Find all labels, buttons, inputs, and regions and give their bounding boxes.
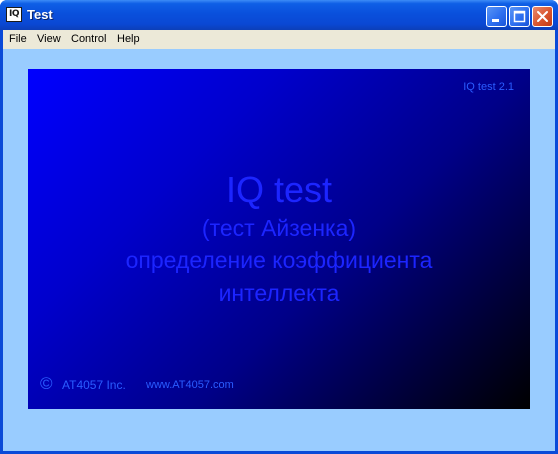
splash-line-3: определение коэффициента bbox=[125, 247, 433, 273]
menu-help[interactable]: Help bbox=[117, 33, 140, 45]
company-name: AT4057 Inc. bbox=[62, 378, 126, 392]
maximize-icon bbox=[513, 10, 526, 23]
version-label: IQ test 2.1 bbox=[463, 81, 514, 93]
minimize-icon bbox=[492, 19, 499, 22]
splash-line-4: интеллекта bbox=[218, 280, 340, 306]
splash-subtitle: (тест Айзенка) bbox=[201, 215, 357, 241]
menu-file[interactable]: File bbox=[9, 33, 27, 45]
client-area: IQ test 2.1 IQ test (тест Айзенка) опред… bbox=[3, 49, 555, 451]
close-icon bbox=[537, 11, 548, 22]
website-link[interactable]: www.AT4057.com bbox=[146, 379, 234, 391]
menu-view[interactable]: View bbox=[37, 33, 61, 45]
close-button[interactable] bbox=[532, 6, 553, 27]
menu-control[interactable]: Control bbox=[71, 33, 106, 45]
menu-bar: File View Control Help bbox=[3, 30, 555, 49]
splash-panel: IQ test 2.1 IQ test (тест Айзенка) опред… bbox=[28, 69, 530, 409]
app-window: IQ Test File View Control Help IQ test 2… bbox=[0, 0, 558, 454]
app-icon[interactable]: IQ bbox=[6, 7, 22, 22]
maximize-button[interactable] bbox=[509, 6, 530, 27]
title-bar[interactable]: IQ Test bbox=[0, 0, 558, 30]
minimize-button[interactable] bbox=[486, 6, 507, 27]
splash-title: IQ test bbox=[225, 169, 333, 210]
window-title: Test bbox=[27, 7, 53, 22]
copyright-icon: © bbox=[40, 374, 53, 393]
